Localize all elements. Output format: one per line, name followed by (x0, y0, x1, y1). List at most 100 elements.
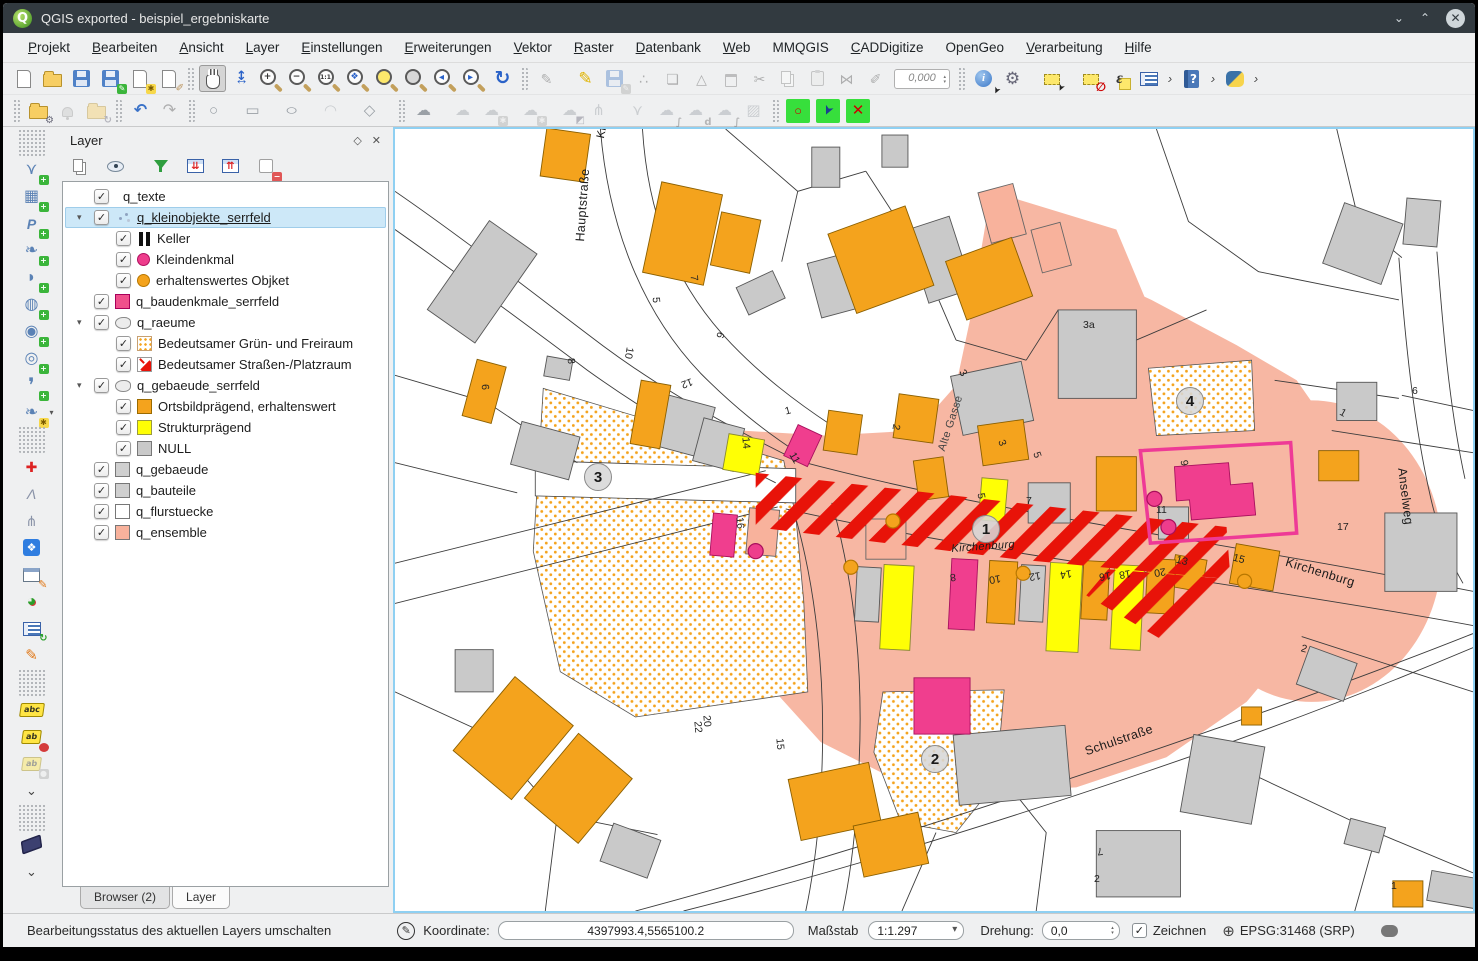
menu-item[interactable]: Einstellungen (290, 33, 393, 62)
menu-item[interactable]: MMQGIS (761, 33, 839, 62)
close-panel-icon[interactable]: ✕ (372, 134, 381, 147)
save-project-as-button[interactable]: ✎ (97, 65, 124, 92)
opengeo-remove-button[interactable]: ✕ (846, 99, 870, 123)
label-tool-button[interactable]: abc (18, 696, 46, 723)
refresh-project-folder-button[interactable]: ↻ (83, 97, 110, 124)
cad-polygon-tool-button[interactable]: ◇ (356, 97, 383, 124)
layer-checkbox[interactable] (116, 441, 131, 456)
layer-tree-row[interactable]: q_texte (65, 186, 386, 207)
deselect-all-button[interactable] (1077, 65, 1104, 92)
zoom-out-button[interactable]: − (286, 65, 313, 92)
float-panel-icon[interactable]: ◇ (353, 134, 361, 147)
layer-checkbox[interactable] (116, 231, 131, 246)
render-checkbox[interactable] (1132, 923, 1147, 938)
zoom-next-button[interactable]: ▸ (460, 65, 487, 92)
layer-tree-row[interactable]: q_gebaeude_serrfeld (65, 375, 386, 396)
edit-status-icon[interactable]: ✎ (397, 922, 415, 940)
refresh-map-button[interactable]: ↻ (489, 65, 516, 92)
zoom-to-selection-button[interactable] (373, 65, 400, 92)
reshape-features-button[interactable]: ✐ (862, 65, 889, 92)
layer-checkbox[interactable] (116, 252, 131, 267)
cad-area-integral2-button[interactable]: ☁ ∫ (711, 97, 738, 124)
layer-checkbox[interactable] (94, 483, 109, 498)
menu-item[interactable]: Verarbeitung (1015, 33, 1114, 62)
crs-globe-icon[interactable]: ⊕ (1222, 922, 1235, 940)
new-shapefile-layer-button[interactable]: ❧ ✱ (18, 399, 46, 426)
help-contents-button[interactable]: ? (1178, 65, 1205, 92)
cad-move-nodes-button[interactable]: ⋔ (585, 97, 612, 124)
toggle-editing-button[interactable]: ✎ (572, 65, 599, 92)
menu-item[interactable]: Hilfe (1114, 33, 1163, 62)
dock-separator[interactable] (18, 804, 46, 831)
layer-tree-row[interactable]: q_flurstuecke (65, 501, 386, 522)
save-project-button[interactable] (68, 65, 95, 92)
identify-features-button[interactable]: i ➤ (970, 65, 997, 92)
add-wfs-layer-button[interactable]: ◎ + (18, 345, 46, 372)
layer-tree-row[interactable]: q_raeume (65, 312, 386, 333)
filter-legend-button[interactable] (147, 153, 174, 180)
add-mssql-layer-button[interactable]: ◗ + (18, 264, 46, 291)
layer-checkbox[interactable] (116, 399, 131, 414)
menu-item[interactable]: Raster (563, 33, 625, 62)
toolbar-separator[interactable] (115, 99, 122, 123)
cad-new-blob-button[interactable]: ☁ ✱ (478, 97, 505, 124)
add-vector-layer-button[interactable]: ⋎ + (18, 156, 46, 183)
python-console-button[interactable] (1221, 65, 1248, 92)
toolbar-overflow-button[interactable]: ⌄ (18, 777, 46, 804)
layer-checkbox[interactable] (94, 210, 109, 225)
cad-vertex-tool-button[interactable]: ⋎ (624, 97, 651, 124)
rotation-spinbox[interactable]: 0,0 (1042, 921, 1120, 940)
layer-checkbox[interactable] (116, 336, 131, 351)
sync-attribute-table-button[interactable]: ↻ (18, 615, 46, 642)
run-feature-action-button[interactable]: ⚙ (999, 65, 1026, 92)
cad-blob-tool-button[interactable]: ☁ (410, 97, 437, 124)
add-wcs-layer-button[interactable]: ◉ + (18, 318, 46, 345)
menu-item[interactable]: Web (712, 33, 762, 62)
opengeo-identify-button[interactable]: ➤ (816, 99, 840, 123)
menu-item[interactable]: Ansicht (168, 33, 234, 62)
cad-hatch-tool-button[interactable]: ▨ (740, 97, 767, 124)
copy-features-button[interactable] (775, 65, 802, 92)
toolbar-separator[interactable] (188, 99, 195, 123)
zoom-last-button[interactable]: ◂ (431, 65, 458, 92)
pin-label-disabled-button[interactable]: ab ● (18, 750, 46, 777)
sketch-editor-button[interactable]: ✎ (18, 642, 46, 669)
menu-item[interactable]: OpenGeo (935, 33, 1016, 62)
manage-visibility-button[interactable] (102, 153, 129, 180)
scale-combobox[interactable]: 1:1.297 (868, 921, 964, 940)
layer-checkbox[interactable] (94, 189, 109, 204)
layer-tree-row[interactable]: Keller (65, 228, 386, 249)
dock-handle[interactable] (18, 129, 46, 156)
dock-separator[interactable] (18, 669, 46, 696)
menu-item[interactable]: Bearbeiten (81, 33, 168, 62)
coordinate-input[interactable]: 4397993.4,5565100.2 (498, 921, 794, 940)
cad-area-integral-button[interactable]: ☁ ∫ (653, 97, 680, 124)
messages-bubble-icon[interactable] (1381, 925, 1398, 937)
menu-item[interactable]: Datenbank (625, 33, 712, 62)
toolbar-separator[interactable] (187, 67, 194, 91)
toolbar-overflow-button[interactable]: › (1207, 65, 1219, 92)
pan-to-selection-button[interactable]: ↔ ↕ (228, 65, 255, 92)
layer-tree-row[interactable]: q_kleinobjekte_serrfeld (65, 207, 386, 228)
opengeo-zoom-button[interactable]: ○ (786, 99, 810, 123)
cad-stamp-tool-button[interactable]: ☁ (449, 97, 476, 124)
cad-ellipse-tool-button[interactable]: ○ (278, 97, 305, 124)
copy-style-button[interactable]: ↶ (127, 97, 154, 124)
cad-trace-button[interactable]: ⋔ (18, 507, 46, 534)
add-group-button[interactable] (67, 153, 94, 180)
cad-point-capture-button[interactable]: ✚ (18, 453, 46, 480)
add-postgis-layer-button[interactable]: P + (18, 210, 46, 237)
cad-rectangle-tool-button[interactable]: ▭ (239, 97, 266, 124)
zoom-native-button[interactable]: 1:1 (315, 65, 342, 92)
menu-item[interactable]: Projekt (17, 33, 81, 62)
crs-label[interactable]: EPSG:31468 (SRP) (1240, 923, 1355, 938)
delete-selected-button[interactable] (717, 65, 744, 92)
maximize-icon[interactable]: ⌃ (1420, 11, 1430, 25)
offset-value-spinbox[interactable]: 0,000 (894, 69, 950, 89)
toolbar-separator[interactable] (772, 99, 779, 123)
offset-curve-button[interactable]: ⋈ (833, 65, 860, 92)
menu-item[interactable]: Layer (235, 33, 291, 62)
open-project-button[interactable] (39, 65, 66, 92)
add-raster-layer-button[interactable]: ▦ + (18, 183, 46, 210)
expand-all-button[interactable]: ⇊ (182, 153, 209, 180)
